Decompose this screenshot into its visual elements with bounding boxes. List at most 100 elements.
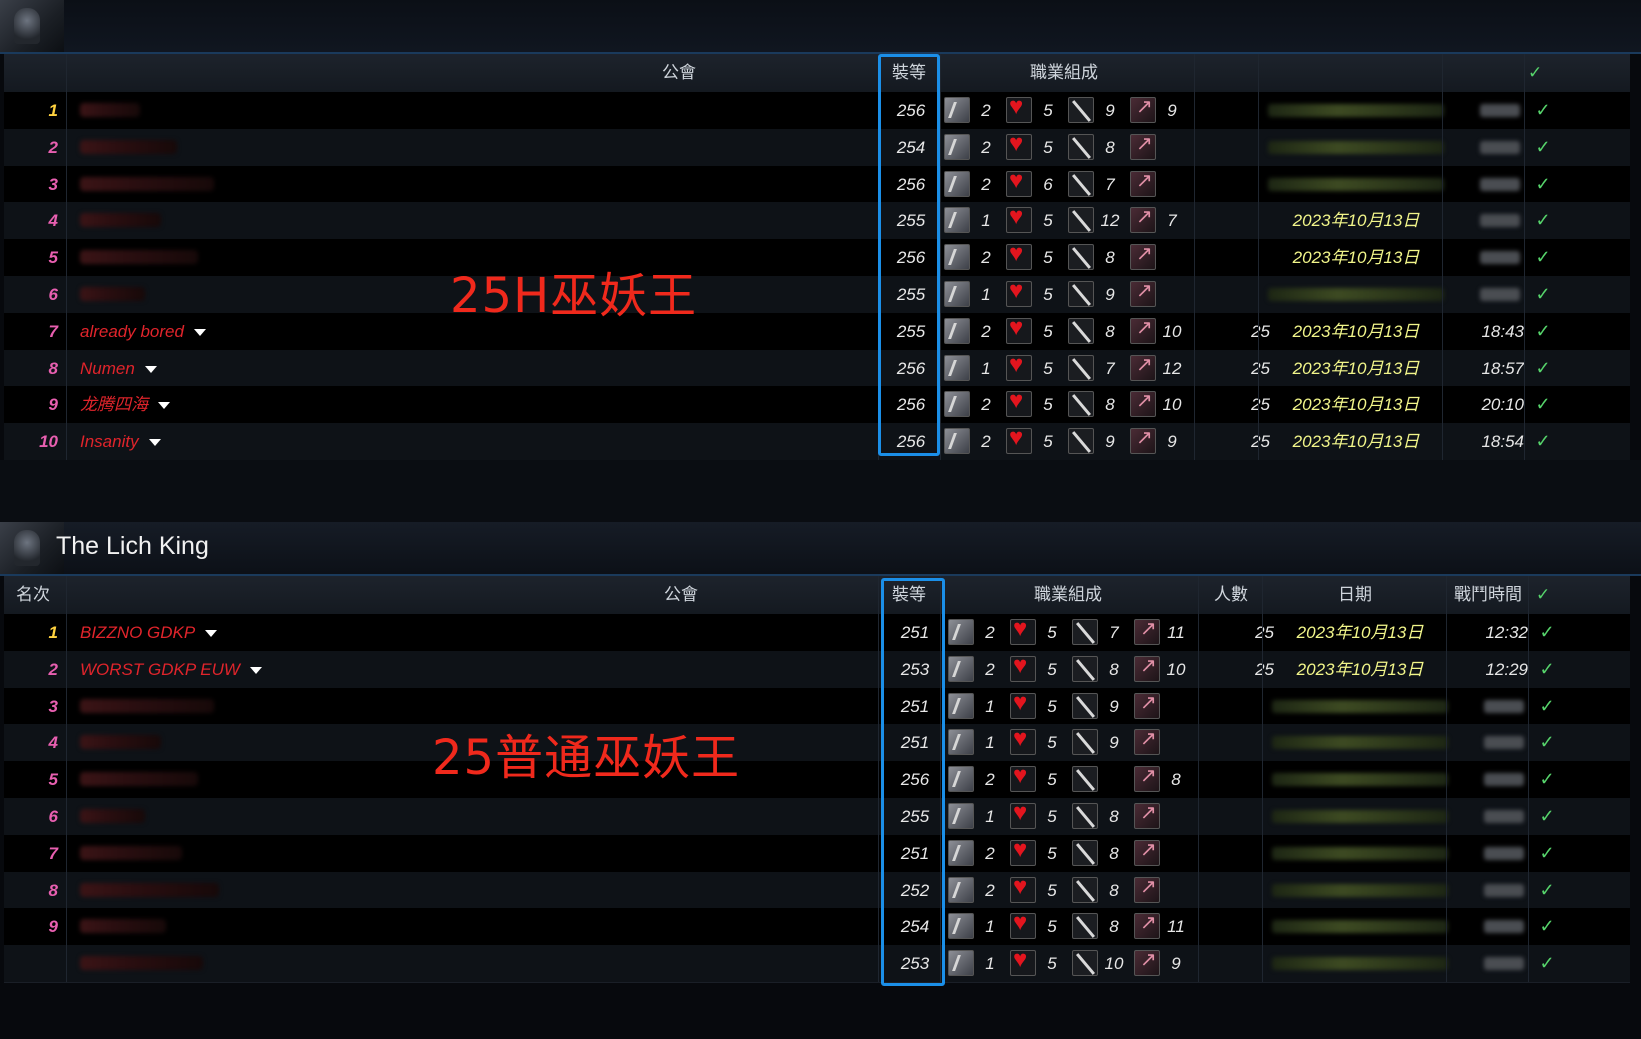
melee-sword-icon [1068, 281, 1094, 307]
class-count: 7 [1105, 358, 1115, 378]
check-icon[interactable]: ✓ [1532, 872, 1562, 909]
dropdown-arrow-icon[interactable] [249, 666, 262, 674]
check-icon[interactable]: ✓ [1532, 908, 1562, 945]
kill-date: 2023年10月13日 08:58 [1292, 358, 1420, 415]
table-row[interactable]: 9龙腾四海25625810252023年10月13日 09:0620:10✓ [4, 386, 1630, 451]
check-icon[interactable]: ✓ [1532, 761, 1562, 798]
tank-icon [948, 729, 974, 756]
ranged-dps-icon [1134, 763, 1160, 793]
check-icon[interactable]: ✓ [1528, 423, 1558, 460]
guild-name[interactable]: already bored [80, 313, 206, 350]
dropdown-arrow-icon[interactable] [144, 365, 157, 373]
fight-duration: 18:43 [1481, 321, 1524, 341]
table-row[interactable]: 5256258✓ [4, 761, 1630, 800]
guild-name[interactable]: Insanity [80, 423, 161, 460]
check-icon[interactable]: ✓ [1528, 239, 1558, 276]
check-icon[interactable]: ✓ [1532, 835, 1562, 872]
header-guild[interactable]: 公會 [664, 576, 698, 614]
table-row[interactable]: 1BIZZNO GDKP25125711252023年10月13日 10:071… [4, 614, 1630, 679]
dropdown-arrow-icon[interactable] [193, 328, 206, 336]
header-comp[interactable]: 職業組成 [1034, 576, 1102, 614]
table-row[interactable]: 3251159✓ [4, 687, 1630, 726]
redacted-duration [1484, 736, 1524, 750]
melee-sword-icon [1072, 766, 1098, 793]
tank-icon [944, 244, 970, 271]
class-count: 12 [1100, 211, 1120, 231]
class-count: 1 [981, 285, 991, 304]
guild-name[interactable]: WORST GDKP EUW [80, 651, 262, 688]
dropdown-arrow-icon[interactable] [158, 402, 170, 410]
tank-icon [948, 692, 974, 719]
check-icon[interactable]: ✓ [1528, 313, 1558, 350]
table-row[interactable]: 10Insanity2562599252023年10月13日 09:1718:5… [4, 423, 1630, 488]
table-row[interactable]: 25315109✓ [4, 945, 1630, 984]
rank-cell: 6 [48, 285, 58, 304]
table-row[interactable]: 4251159✓ [4, 724, 1630, 763]
header-check-icon[interactable]: ✓ [1528, 54, 1542, 92]
check-icon[interactable]: ✓ [1528, 386, 1558, 423]
table-row[interactable]: 6255158✓ [4, 798, 1630, 836]
column-separator [1258, 54, 1259, 460]
check-icon[interactable]: ✓ [1532, 688, 1562, 725]
check-icon[interactable]: ✓ [1532, 614, 1562, 651]
tank-icon [948, 803, 974, 829]
table-row[interactable]: 2WORST GDKP EUW25325810252023年10月13日 10:… [4, 650, 1630, 716]
check-icon[interactable]: ✓ [1528, 350, 1558, 387]
table-row[interactable]: 2254258✓ [4, 128, 1630, 167]
ranged-dps-icon [1134, 837, 1160, 866]
check-icon[interactable]: ✓ [1532, 798, 1562, 835]
redacted-duration [1484, 920, 1524, 934]
check-icon[interactable]: ✓ [1528, 92, 1558, 129]
header-date[interactable]: 日期 [1338, 576, 1372, 614]
check-icon[interactable]: ✓ [1532, 724, 1562, 761]
header-comp[interactable]: 職業組成 [1030, 54, 1098, 92]
guild-name-text[interactable]: BIZZNO GDKP [80, 623, 195, 642]
check-icon[interactable]: ✓ [1528, 129, 1558, 166]
table-row[interactable]: 12562599✓ [4, 92, 1630, 130]
header-rank[interactable]: 名次 [16, 576, 50, 614]
check-icon[interactable]: ✓ [1528, 276, 1558, 313]
class-count: 5 [1043, 137, 1053, 157]
ranged-dps-icon [1130, 241, 1156, 271]
guild-name-text[interactable]: Insanity [80, 432, 139, 451]
table-row[interactable]: 4 2 5 5 1 5 12 7 2023年10月13日 07:52 ✓ [4, 202, 1630, 267]
guild-name-text[interactable]: already bored [80, 322, 184, 341]
table-row[interactable]: 52562582023年10月13日 08:12✓ [4, 239, 1630, 304]
class-count: 8 [1105, 321, 1115, 341]
class-count: 5 [1047, 733, 1057, 753]
table-row[interactable]: 8Numen25615712252023年10月13日 08:5818:57✓ [4, 349, 1630, 415]
healer-heart-icon [1006, 203, 1032, 234]
class-count: 1 [981, 358, 991, 378]
guild-name[interactable]: Numen [80, 350, 157, 387]
dropdown-arrow-icon[interactable] [148, 439, 161, 447]
class-count: 8 [1109, 880, 1119, 900]
rank-cell: 1 [48, 101, 58, 120]
check-icon[interactable]: ✓ [1528, 202, 1558, 239]
table-row[interactable]: 6255159✓ [4, 276, 1630, 314]
guild-name-text[interactable]: 龙腾四海 [80, 395, 148, 414]
raid-size: 25 [1251, 321, 1270, 341]
tank-icon [944, 133, 970, 160]
guild-name-text[interactable]: WORST GDKP EUW [80, 660, 240, 679]
rank-cell: 9 [48, 917, 58, 937]
guild-name[interactable]: BIZZNO GDKP [80, 614, 218, 651]
table-row[interactable]: 8252258✓ [4, 871, 1630, 910]
redacted-date [1272, 810, 1448, 823]
redacted-guild-name [80, 698, 214, 713]
check-icon[interactable]: ✓ [1528, 166, 1558, 203]
header-guild[interactable]: 公會 [662, 54, 696, 92]
header-size[interactable]: 人數 [1214, 576, 1248, 614]
header-duration[interactable]: 戰鬥時間 [1454, 576, 1522, 614]
ranged-dps-icon [1134, 910, 1160, 940]
ranking-table-heroic: 公會 裝等 職業組成 ✓ 12562599✓2254258✓3256267✓42… [4, 54, 1630, 488]
table-row[interactable]: 7already bored25525810252023年10月13日 08:5… [4, 312, 1630, 378]
guild-name[interactable]: 龙腾四海 [80, 386, 170, 423]
check-icon[interactable]: ✓ [1532, 651, 1562, 688]
table-row[interactable]: 3256267✓ [4, 165, 1630, 204]
check-icon[interactable]: ✓ [1532, 945, 1562, 982]
table-row[interactable]: 7251258✓ [4, 834, 1630, 873]
table-row[interactable]: 925415811✓ [4, 908, 1630, 947]
dropdown-arrow-icon[interactable] [205, 630, 218, 638]
header-check-icon[interactable]: ✓ [1536, 576, 1550, 614]
guild-name-text[interactable]: Numen [80, 359, 135, 378]
